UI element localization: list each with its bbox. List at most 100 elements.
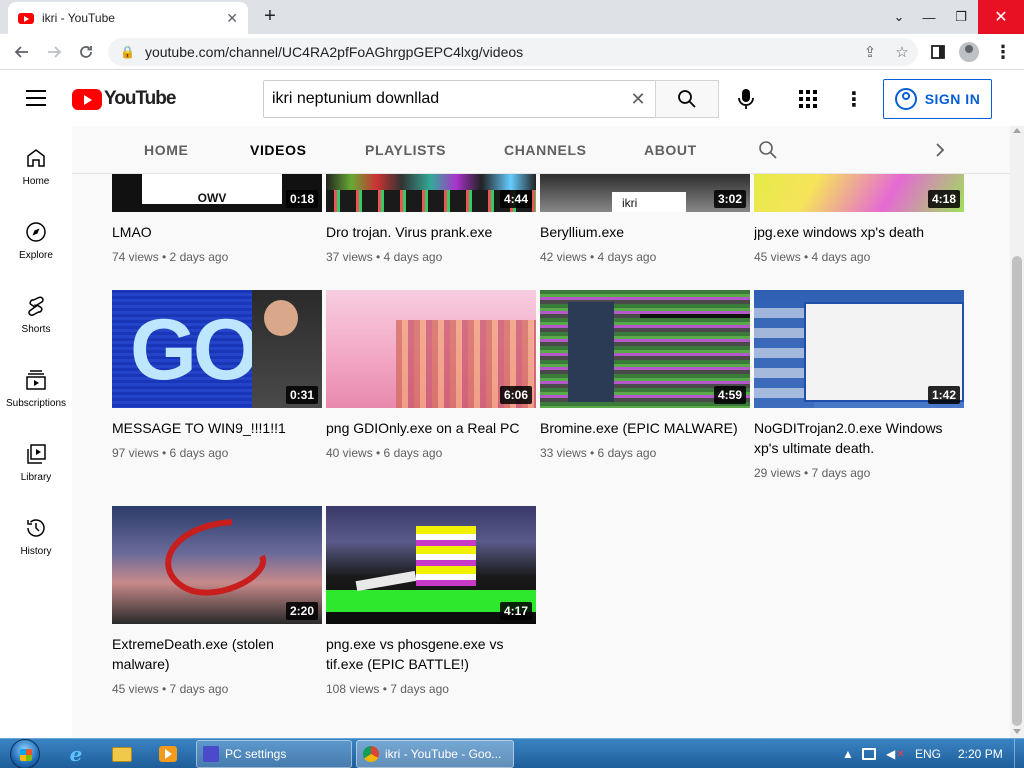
video-item[interactable]: 4:17 png.exe vs phosgene.exe vs tif.exe … (326, 506, 536, 696)
profile-icon[interactable] (956, 40, 982, 64)
video-title[interactable]: Bromine.exe (EPIC MALWARE) (540, 418, 750, 438)
new-tab-icon[interactable]: + (258, 5, 282, 28)
youtube-logo-icon (72, 88, 102, 110)
clock[interactable]: 2:20 PM (958, 739, 1003, 768)
reload-icon[interactable] (74, 40, 98, 64)
guide-item-explore[interactable]: Explore (0, 200, 72, 270)
guide-item-shorts[interactable]: Shorts (0, 274, 72, 344)
show-desktop-button[interactable] (1014, 739, 1024, 768)
back-icon[interactable] (10, 40, 34, 64)
clear-search-icon[interactable]: ✕ (620, 89, 656, 110)
tab-videos[interactable]: VIDEOS (250, 142, 307, 158)
more-settings-icon[interactable]: ⋮ (844, 84, 864, 114)
video-item[interactable]: GOT 0:31 MESSAGE TO WIN9_!!!1!!1 97 view… (112, 290, 322, 460)
video-thumbnail[interactable]: 2:20 (112, 506, 322, 624)
side-panel-icon[interactable] (925, 40, 951, 64)
video-title[interactable]: LMAO (112, 222, 322, 242)
channel-search-icon[interactable] (758, 140, 778, 160)
video-duration: 4:17 (499, 602, 532, 620)
video-thumbnail[interactable]: 1:42 (754, 290, 964, 408)
sign-in-button[interactable]: SIGN IN (883, 79, 992, 119)
taskbar-window-chrome[interactable]: ikri - YouTube - Goo... (356, 740, 514, 768)
taskbar-window-pc-settings[interactable]: PC settings (196, 740, 352, 768)
browser-tab[interactable]: ikri - YouTube ✕ (8, 2, 248, 34)
page-scrollbar[interactable] (1010, 126, 1024, 738)
thumbnail-caption: ikri (612, 192, 686, 212)
guide-menu-icon[interactable] (26, 90, 46, 106)
video-item[interactable]: 6:06 png GDIOnly.exe on a Real PC 40 vie… (326, 290, 536, 460)
video-title[interactable]: png GDIOnly.exe on a Real PC (326, 418, 536, 438)
tab-search-chevron-icon[interactable]: ⌄ (884, 0, 914, 34)
close-window-icon[interactable]: ✕ (978, 0, 1024, 34)
guide-item-history[interactable]: History (0, 496, 72, 566)
internet-explorer-icon[interactable]: e (56, 742, 96, 766)
video-thumbnail[interactable]: GOT 0:31 (112, 290, 322, 408)
file-explorer-icon[interactable] (102, 742, 142, 766)
video-title[interactable]: NoGDITrojan2.0.exe Windows xp's ultimate… (754, 418, 964, 458)
video-item[interactable]: 4:44 Dro trojan. Virus prank.exe 37 view… (326, 174, 536, 264)
video-thumbnail[interactable]: 4:44 (326, 174, 536, 212)
video-title[interactable]: MESSAGE TO WIN9_!!!1!!1 (112, 418, 322, 438)
show-hidden-icons[interactable]: ▲ (842, 739, 854, 768)
tab-home[interactable]: HOME (144, 142, 188, 158)
youtube-masthead: YouTube ikri neptunium downllad ✕ ⋮ SIGN… (0, 70, 1024, 126)
network-icon[interactable] (862, 739, 876, 768)
video-title[interactable]: jpg.exe windows xp's death (754, 222, 964, 242)
scroll-down-icon[interactable] (1013, 729, 1021, 734)
tab-playlists[interactable]: PLAYLISTS (365, 142, 446, 158)
guide-item-library[interactable]: Library (0, 422, 72, 492)
search-input[interactable]: ikri neptunium downllad ✕ (263, 80, 656, 118)
video-item[interactable]: 1:42 NoGDITrojan2.0.exe Windows xp's ult… (754, 290, 964, 480)
bookmark-star-icon[interactable]: ☆ (886, 43, 918, 61)
chrome-menu-icon[interactable]: ⋮ (990, 40, 1016, 64)
video-duration: 1:42 (927, 386, 960, 404)
chevron-right-icon[interactable] (930, 140, 950, 160)
video-title[interactable]: Dro trojan. Virus prank.exe (326, 222, 536, 242)
video-thumbnail[interactable]: OWV 0:18 (112, 174, 322, 212)
scroll-thumb[interactable] (1012, 256, 1022, 726)
start-button[interactable] (4, 739, 46, 768)
guide-label: Shorts (21, 324, 51, 335)
video-item[interactable]: 4:18 jpg.exe windows xp's death 45 views… (754, 174, 964, 264)
windows-logo-icon (10, 739, 40, 768)
minimize-icon[interactable]: — (914, 0, 944, 34)
guide-item-home[interactable]: Home (0, 126, 72, 196)
media-player-icon[interactable] (148, 742, 188, 766)
video-thumbnail[interactable]: 4:59 (540, 290, 750, 408)
lock-icon[interactable]: 🔒 (120, 45, 135, 59)
guide-item-subscriptions[interactable]: Subscriptions (0, 348, 72, 418)
address-bar[interactable]: 🔒 youtube.com/channel/UC4RA2pfFoAGhrgpGE… (108, 38, 918, 66)
guide-label: Subscriptions (5, 398, 67, 409)
video-title[interactable]: png.exe vs phosgene.exe vs tif.exe (EPIC… (326, 634, 536, 674)
settings-gear-icon (203, 746, 219, 762)
video-duration: 4:44 (499, 190, 532, 208)
subscriptions-icon (26, 370, 46, 390)
video-meta: 40 views • 6 days ago (326, 446, 443, 460)
youtube-logo[interactable]: YouTube (72, 88, 176, 110)
video-item[interactable]: ikri 3:02 Beryllium.exe 42 views • 4 day… (540, 174, 750, 264)
share-icon[interactable]: ⇪ (854, 43, 886, 61)
video-title[interactable]: ExtremeDeath.exe (stolen malware) (112, 634, 322, 674)
video-thumbnail[interactable]: 6:06 (326, 290, 536, 408)
volume-muted-icon[interactable]: ◀ ✕ (886, 739, 905, 768)
video-meta: 45 views • 7 days ago (112, 682, 229, 696)
video-thumbnail[interactable]: ikri 3:02 (540, 174, 750, 212)
tab-about[interactable]: ABOUT (644, 142, 697, 158)
forward-icon[interactable] (42, 40, 66, 64)
input-language[interactable]: ENG (915, 739, 941, 768)
windows-taskbar: e PC settings ikri - YouTube - Goo... ▲ … (0, 738, 1024, 768)
apps-grid-icon[interactable] (796, 84, 820, 114)
scroll-up-icon[interactable] (1013, 128, 1021, 133)
video-thumbnail[interactable]: 4:17 (326, 506, 536, 624)
video-item[interactable]: 2:20 ExtremeDeath.exe (stolen malware) 4… (112, 506, 322, 696)
video-item[interactable]: 4:59 Bromine.exe (EPIC MALWARE) 33 views… (540, 290, 750, 460)
search-button[interactable] (655, 80, 719, 118)
voice-search-button[interactable] (730, 84, 762, 114)
restore-icon[interactable]: ❐ (946, 0, 976, 34)
tab-close-icon[interactable]: ✕ (226, 10, 238, 27)
tab-channels[interactable]: CHANNELS (504, 142, 587, 158)
chrome-icon (363, 746, 379, 762)
video-title[interactable]: Beryllium.exe (540, 222, 750, 242)
video-item[interactable]: OWV 0:18 LMAO 74 views • 2 days ago (112, 174, 322, 264)
video-thumbnail[interactable]: 4:18 (754, 174, 964, 212)
